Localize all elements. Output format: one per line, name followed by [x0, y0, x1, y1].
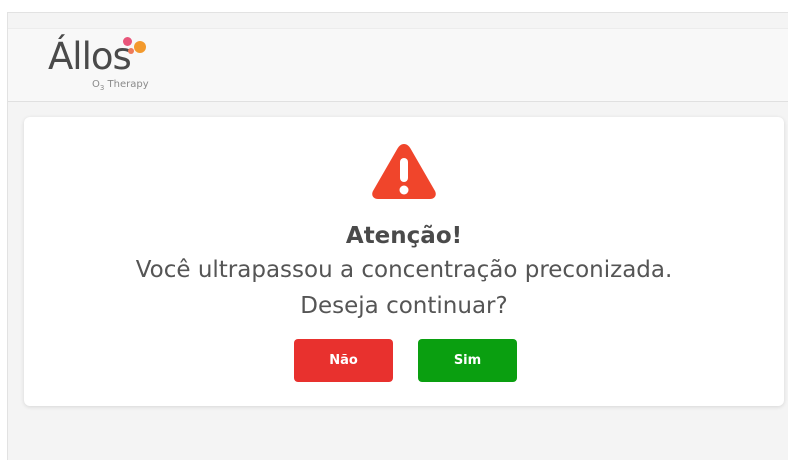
dialog-message-line1: Você ultrapassou a concentração preconiz…: [135, 257, 673, 283]
logo-sub-suffix: Therapy: [104, 79, 149, 90]
dialog-message-line2: Deseja continuar?: [300, 293, 508, 319]
warning-triangle-icon: [372, 144, 436, 199]
dialog-title: Atenção!: [345, 223, 463, 249]
confirmation-dialog: Atenção! Você ultrapassou a concentração…: [24, 117, 784, 406]
logo-sub-prefix: O: [92, 79, 100, 90]
yes-button[interactable]: Sim: [418, 339, 517, 382]
logo-subtitle: O3 Therapy: [92, 79, 149, 92]
app-frame: Állos O3 Therapy Atenção! Você ultrapass…: [7, 12, 788, 460]
app-header: Állos O3 Therapy: [8, 28, 788, 102]
logo-dot-pink: [123, 37, 132, 46]
logo-dot-orange: [134, 41, 146, 53]
app-logo: Állos O3 Therapy: [48, 35, 178, 95]
no-button[interactable]: Não: [294, 339, 393, 382]
logo-dot-small: [128, 48, 134, 54]
logo-wordmark: Állos: [48, 35, 132, 78]
